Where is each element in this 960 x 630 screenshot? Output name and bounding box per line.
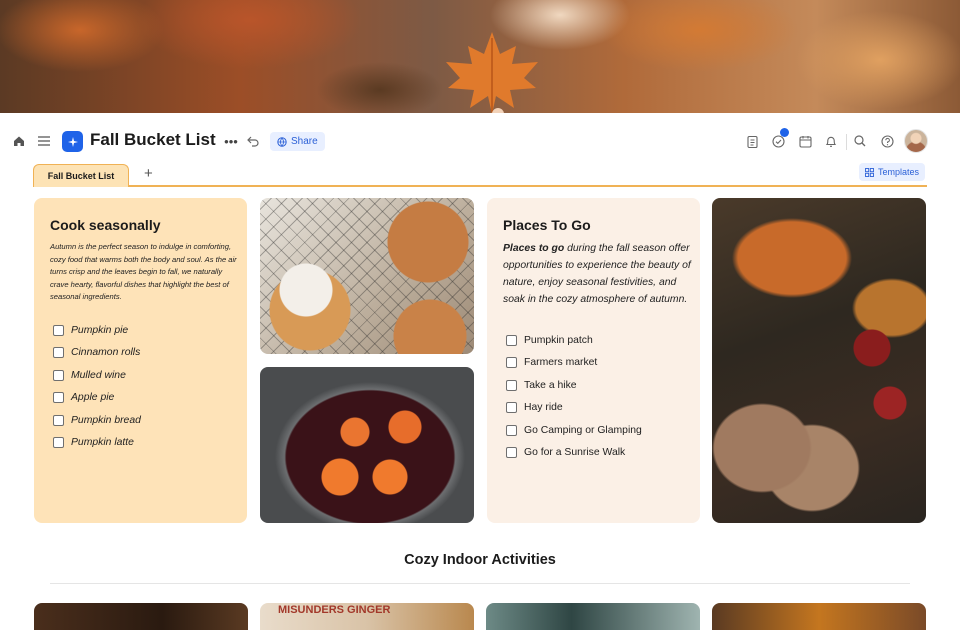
cook-checklist: Pumpkin pie Cinnamon rolls Mulled wine A… bbox=[53, 319, 141, 454]
checklist-item-label: Pumpkin patch bbox=[524, 334, 593, 346]
checkbox[interactable] bbox=[506, 379, 517, 391]
checkbox[interactable] bbox=[506, 424, 517, 436]
checklist-item[interactable]: Pumpkin patch bbox=[506, 329, 642, 352]
share-label: Share bbox=[291, 136, 318, 147]
toolbar-divider bbox=[846, 134, 847, 150]
tab-bar: Fall Bucket List + Templates bbox=[33, 162, 927, 187]
checklist-item[interactable]: Pumpkin pie bbox=[53, 319, 141, 342]
maple-leaf-icon bbox=[446, 32, 538, 113]
checklist-item-label: Pumpkin bread bbox=[71, 414, 141, 426]
avatar[interactable] bbox=[904, 129, 928, 153]
cover-image bbox=[0, 0, 960, 113]
calendar-icon[interactable] bbox=[797, 133, 813, 149]
undo-icon[interactable] bbox=[245, 133, 261, 149]
card-description: Places to go during the fall season offe… bbox=[503, 241, 693, 309]
checklist-item-label: Hay ride bbox=[524, 402, 563, 414]
home-icon[interactable] bbox=[11, 133, 27, 149]
cinnamon-rolls-photo[interactable] bbox=[260, 198, 474, 354]
checklist-item-label: Go for a Sunrise Walk bbox=[524, 447, 626, 459]
checklist-item[interactable]: Apple pie bbox=[53, 387, 141, 410]
checklist-item[interactable]: Cinnamon rolls bbox=[53, 342, 141, 365]
checklist-item[interactable]: Farmers market bbox=[506, 352, 642, 375]
checklist-item[interactable]: Hay ride bbox=[506, 397, 642, 420]
templates-label: Templates bbox=[877, 167, 919, 177]
checklist-item-label: Pumpkin latte bbox=[71, 437, 134, 449]
description-bold: Places to go bbox=[503, 243, 565, 254]
checklist-item-label: Take a hike bbox=[524, 379, 577, 391]
activity-photo[interactable]: MISUNDERS GINGER bbox=[260, 603, 474, 630]
checkbox[interactable] bbox=[53, 414, 64, 426]
checklist-item[interactable]: Pumpkin bread bbox=[53, 409, 141, 432]
help-icon[interactable] bbox=[879, 133, 895, 149]
more-options-icon[interactable]: ••• bbox=[223, 133, 239, 149]
card-title: Cook seasonally bbox=[50, 217, 161, 233]
places-checklist: Pumpkin patch Farmers market Take a hike… bbox=[506, 329, 642, 464]
checklist-item[interactable]: Go Camping or Glamping bbox=[506, 419, 642, 442]
tab-fall-bucket-list[interactable]: Fall Bucket List bbox=[33, 164, 129, 187]
harvest-table-photo[interactable] bbox=[712, 198, 926, 523]
section-divider bbox=[50, 583, 910, 584]
checkbox[interactable] bbox=[506, 402, 517, 414]
places-to-go-card[interactable]: Places To Go Places to go during the fal… bbox=[487, 198, 700, 523]
card-description: Autumn is the perfect season to indulge … bbox=[50, 242, 237, 302]
toolbar: Fall Bucket List ••• Share bbox=[0, 122, 960, 162]
activity-photo[interactable] bbox=[34, 603, 248, 630]
page: Fall Bucket List ••• Share Fall Bucket L… bbox=[0, 0, 960, 630]
checkbox[interactable] bbox=[506, 447, 517, 459]
menu-icon[interactable] bbox=[36, 133, 52, 149]
checklist-item[interactable]: Mulled wine bbox=[53, 364, 141, 387]
checklist-item-label: Pumpkin pie bbox=[71, 324, 129, 336]
cook-seasonally-card[interactable]: Cook seasonally Autumn is the perfect se… bbox=[34, 198, 247, 523]
bell-icon[interactable] bbox=[823, 133, 839, 149]
search-icon[interactable] bbox=[852, 133, 868, 149]
checkbox[interactable] bbox=[506, 334, 517, 346]
checklist-item-label: Farmers market bbox=[524, 357, 598, 369]
thumb-text: MISUNDERS GINGER bbox=[278, 604, 391, 616]
checklist-item[interactable]: Pumpkin latte bbox=[53, 432, 141, 455]
templates-button[interactable]: Templates bbox=[858, 163, 925, 181]
notification-dot bbox=[780, 128, 789, 137]
checklist-item-label: Apple pie bbox=[71, 392, 115, 404]
clipboard-icon[interactable] bbox=[744, 133, 760, 149]
checkbox[interactable] bbox=[53, 347, 64, 359]
checkbox[interactable] bbox=[506, 357, 517, 369]
checklist-item[interactable]: Go for a Sunrise Walk bbox=[506, 442, 642, 465]
activity-photo[interactable] bbox=[486, 603, 700, 630]
checkbox[interactable] bbox=[53, 392, 64, 404]
checkbox[interactable] bbox=[53, 437, 64, 449]
grid-icon bbox=[865, 167, 874, 177]
share-button[interactable]: Share bbox=[270, 132, 325, 151]
app-logo[interactable] bbox=[62, 131, 83, 152]
activity-photo[interactable] bbox=[712, 603, 926, 630]
checklist-item-label: Mulled wine bbox=[71, 369, 126, 381]
add-tab-button[interactable]: + bbox=[144, 165, 153, 182]
checklist-item-label: Go Camping or Glamping bbox=[524, 424, 642, 436]
checkbox[interactable] bbox=[53, 324, 64, 336]
checklist-item[interactable]: Take a hike bbox=[506, 374, 642, 397]
section-title: Cozy Indoor Activities bbox=[404, 552, 556, 568]
page-title[interactable]: Fall Bucket List bbox=[90, 130, 216, 150]
globe-icon bbox=[277, 136, 287, 147]
card-title: Places To Go bbox=[503, 217, 591, 233]
checklist-item-label: Cinnamon rolls bbox=[71, 347, 141, 359]
mulled-wine-photo[interactable] bbox=[260, 367, 474, 523]
checkbox[interactable] bbox=[53, 369, 64, 381]
